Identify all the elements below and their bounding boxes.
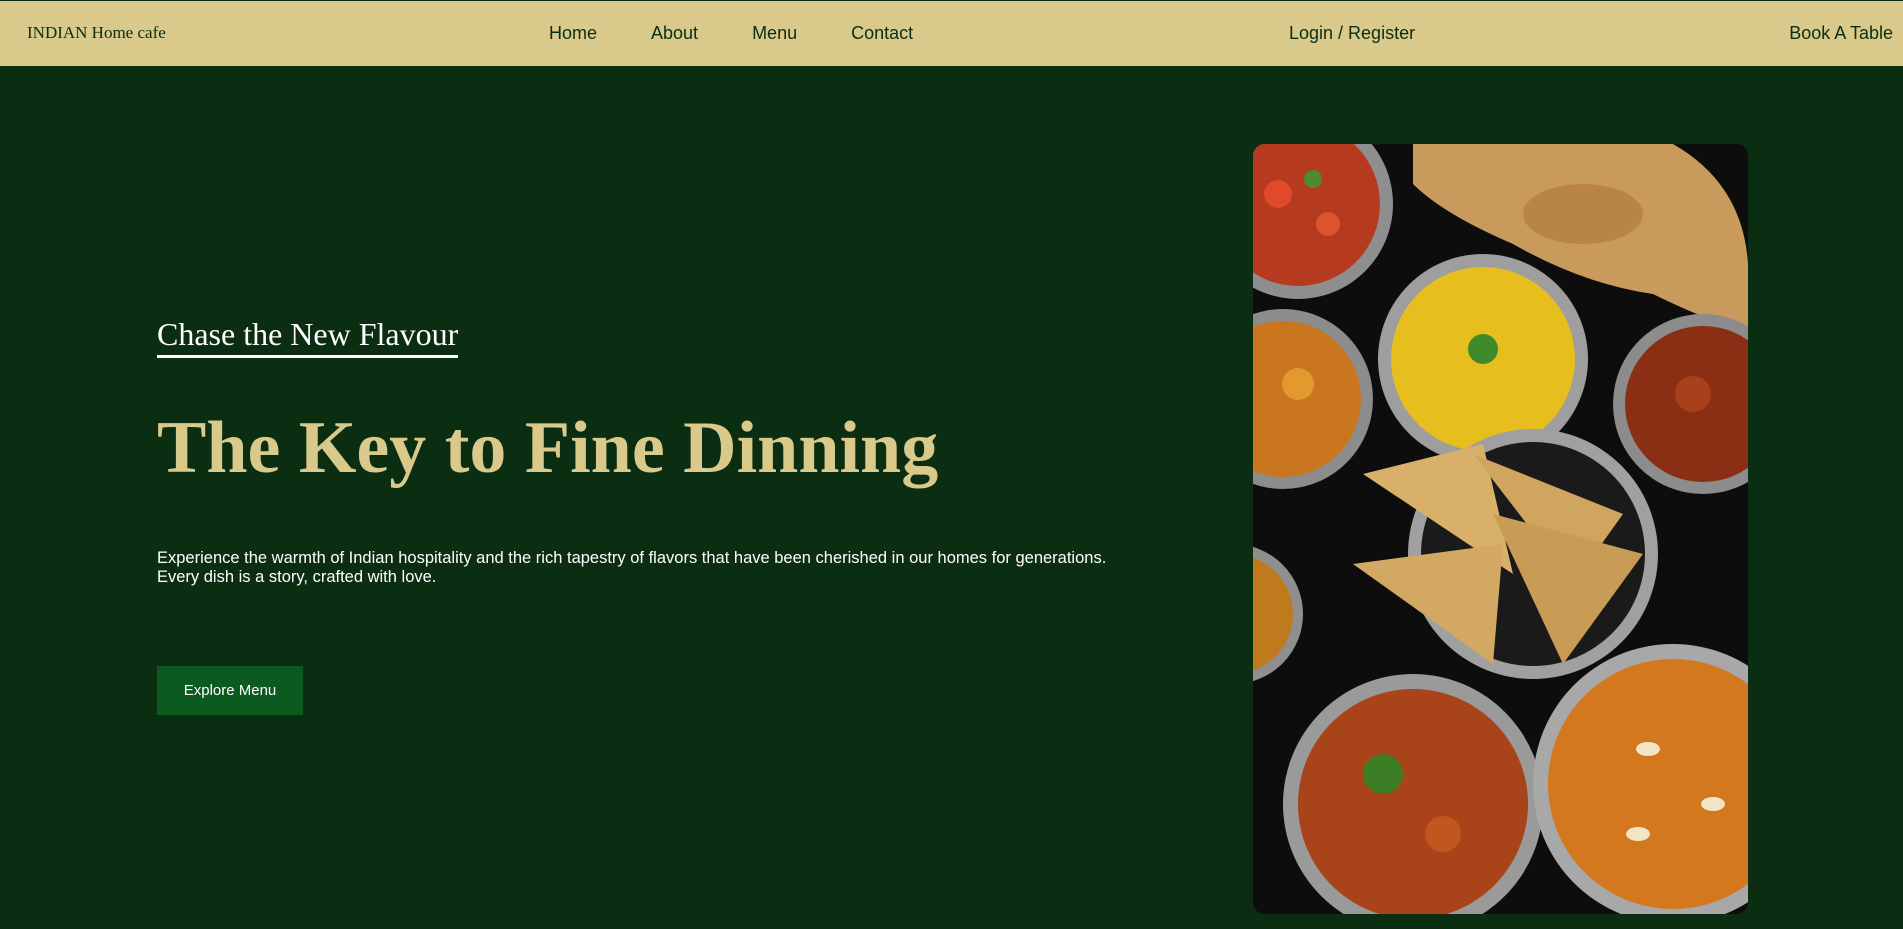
book-table-link[interactable]: Book A Table bbox=[1789, 23, 1893, 44]
nav-links: Home About Menu Contact bbox=[549, 23, 967, 44]
hero-text: Chase the New Flavour The Key to Fine Di… bbox=[157, 316, 1157, 587]
nav-link-menu[interactable]: Menu bbox=[752, 23, 797, 44]
hero-description: Experience the warmth of Indian hospital… bbox=[157, 549, 1137, 587]
top-navbar: INDIAN Home cafe Home About Menu Contact… bbox=[0, 0, 1903, 66]
hero-food-image bbox=[1253, 144, 1748, 914]
login-register-link[interactable]: Login / Register bbox=[1289, 23, 1415, 44]
hero-description-line-2: Every dish is a story, crafted with love… bbox=[157, 568, 437, 587]
hero-subtitle: Chase the New Flavour bbox=[157, 316, 459, 358]
hero-description-line-1: Experience the warmth of Indian hospital… bbox=[157, 549, 1107, 568]
explore-menu-button[interactable]: Explore Menu bbox=[157, 666, 303, 715]
brand-name[interactable]: INDIAN Home cafe bbox=[27, 23, 166, 43]
nav-link-about[interactable]: About bbox=[651, 23, 698, 44]
food-bowls-illustration bbox=[1253, 144, 1748, 914]
hero-headline: The Key to Fine Dinning bbox=[157, 407, 939, 489]
nav-link-contact[interactable]: Contact bbox=[851, 23, 913, 44]
nav-link-home[interactable]: Home bbox=[549, 23, 597, 44]
